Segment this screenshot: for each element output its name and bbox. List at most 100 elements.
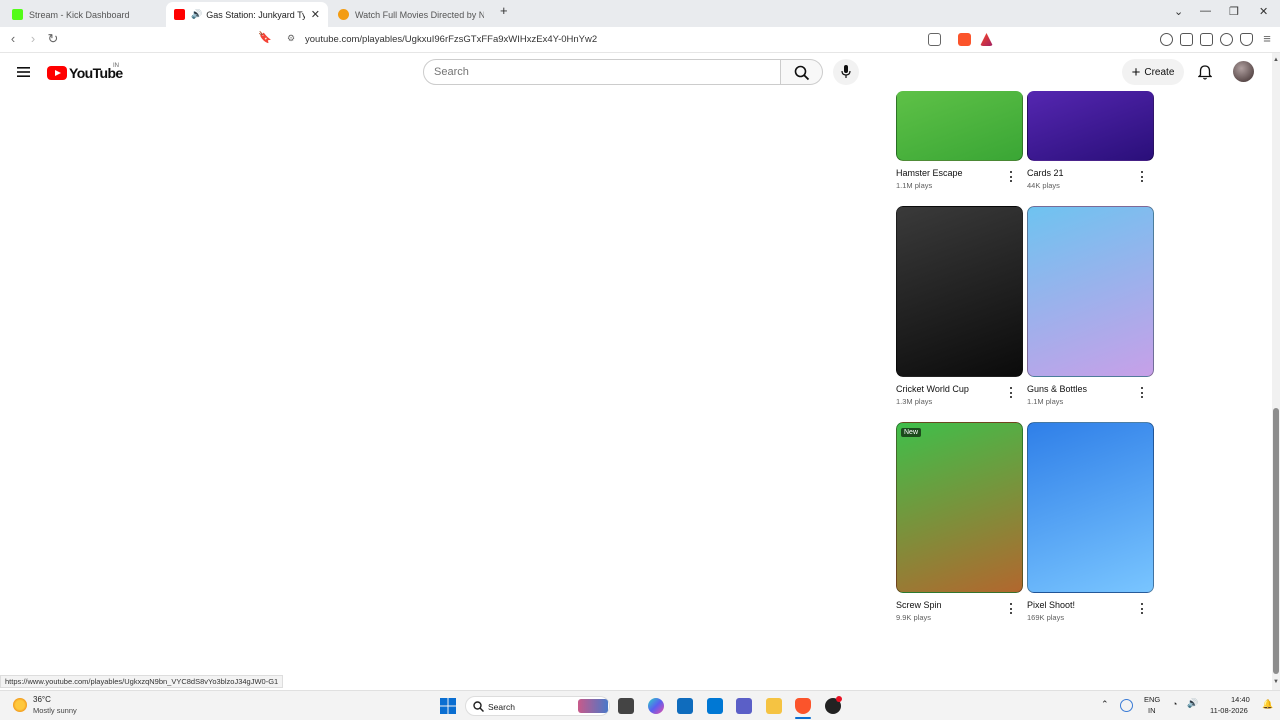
more-options-icon[interactable] [1006, 602, 1016, 616]
copilot-icon[interactable] [648, 698, 664, 714]
hamburger-menu-icon[interactable] [17, 66, 31, 78]
tab-title: Gas Station: Junkyard Tycoon [206, 9, 305, 20]
outlook-icon[interactable] [707, 698, 723, 714]
play-favicon-icon [338, 9, 349, 20]
more-options-icon[interactable] [1137, 602, 1147, 616]
recording-dot-icon [836, 696, 842, 702]
taskbar-search-box[interactable]: Search [465, 696, 610, 716]
game-thumbnail[interactable]: New [896, 422, 1023, 593]
create-button[interactable]: + Create [1122, 59, 1184, 85]
menu-icon[interactable]: ≡ [1258, 31, 1276, 46]
avatar[interactable] [1233, 61, 1254, 82]
new-badge: New [901, 428, 922, 437]
youtube-header: YouTube IN + Create [0, 53, 1280, 91]
plus-icon: + [1131, 63, 1141, 81]
audio-playing-icon[interactable]: 🔊 [191, 9, 202, 20]
link-preview-status: https://www.youtube.com/playables/Ugkxzq… [0, 675, 284, 688]
search-input[interactable] [424, 60, 780, 84]
browser-tab-kick[interactable]: Stream - Kick Dashboard [4, 2, 166, 27]
bookmark-icon[interactable]: 🔖 [256, 31, 274, 44]
show-hidden-icons[interactable]: ⌃ [1101, 699, 1109, 710]
teams-icon[interactable] [736, 698, 752, 714]
game-thumbnail[interactable] [1027, 422, 1154, 593]
youtube-favicon-icon [174, 9, 185, 20]
weather-desc: Mostly sunny [33, 706, 77, 715]
weather-temp: 36°C [33, 695, 51, 704]
bell-icon [1198, 65, 1212, 80]
game-title[interactable]: Cricket World Cup [896, 384, 969, 394]
file-explorer-icon[interactable] [766, 698, 782, 714]
create-label: Create [1144, 66, 1175, 78]
game-title[interactable]: Cards 21 [1027, 168, 1064, 178]
notifications-button[interactable] [1194, 59, 1216, 85]
game-plays: 9.9K plays [896, 613, 932, 622]
active-app-indicator [795, 717, 811, 719]
address-bar[interactable]: youtube.com/playables/UgkxuI96rFzsGTxFFa… [305, 34, 597, 45]
kick-favicon-icon [12, 9, 23, 20]
game-plays: 44K plays [1027, 181, 1060, 190]
game-plays: 169K plays [1027, 613, 1065, 622]
reload-icon[interactable]: ↻ [44, 31, 62, 47]
game-title[interactable]: Hamster Escape [896, 168, 963, 178]
browser-tab-gas-station[interactable]: 🔊 Gas Station: Junkyard Tycoon ✕ [166, 2, 328, 27]
wifi-icon[interactable]: ◔ [1172, 699, 1177, 709]
keyboard-layout[interactable]: IN [1148, 706, 1156, 715]
media-icon[interactable] [1160, 33, 1173, 46]
forward-icon[interactable]: › [24, 31, 42, 46]
browser-toolbar: ‹ › ↻ 🔖 ⚙ youtube.com/playables/UgkxuI96… [0, 27, 1280, 53]
youtube-logo[interactable]: YouTube [47, 65, 123, 81]
tab-title: Stream - Kick Dashboard [29, 9, 130, 20]
clock-date[interactable]: 11-08-2026 [1210, 706, 1248, 715]
game-title[interactable]: Guns & Bottles [1027, 384, 1087, 394]
game-plays: 1.3M plays [896, 397, 933, 406]
site-info-icon[interactable]: ⚙ [282, 33, 300, 44]
more-options-icon[interactable] [1006, 170, 1016, 184]
game-title[interactable]: Pixel Shoot! [1027, 600, 1075, 610]
browser-tab-netflix[interactable]: Watch Full Movies Directed by Netfli [330, 2, 492, 27]
more-options-icon[interactable] [1137, 386, 1147, 400]
brave-shields-icon[interactable] [958, 33, 971, 46]
game-plays: 1.1M plays [896, 181, 933, 190]
more-options-icon[interactable] [1006, 386, 1016, 400]
leo-ai-icon[interactable] [1220, 33, 1233, 46]
search-box [423, 59, 781, 85]
task-view-icon[interactable] [618, 698, 634, 714]
microphone-icon [841, 65, 851, 78]
voice-search-button[interactable] [833, 59, 859, 85]
brave-rewards-icon[interactable] [980, 33, 993, 46]
minimize-icon[interactable]: — [1200, 5, 1211, 17]
language-indicator[interactable]: ENG [1144, 695, 1160, 704]
window-close-icon[interactable]: ✕ [1259, 5, 1268, 18]
brave-browser-icon[interactable] [795, 698, 811, 714]
microsoft-store-icon[interactable] [677, 698, 693, 714]
game-thumbnail[interactable] [896, 206, 1023, 377]
close-tab-icon[interactable]: ✕ [305, 8, 320, 21]
notification-center-icon[interactable]: 🔔 [1262, 699, 1273, 710]
scroll-up-icon[interactable]: ▲ [1273, 57, 1279, 63]
weather-sun-icon[interactable] [13, 698, 27, 712]
game-thumbnail[interactable] [1027, 206, 1154, 377]
windows-taskbar: 36°C Mostly sunny Search ⌃ ENG IN ◔ 🔊 14… [0, 690, 1280, 720]
windows-start-icon[interactable] [440, 698, 456, 714]
tab-list-icon[interactable]: ⌄ [1174, 5, 1183, 18]
cast-icon[interactable] [928, 33, 941, 46]
clock-time[interactable]: 14:40 [1231, 695, 1250, 704]
volume-icon[interactable]: 🔊 [1187, 698, 1198, 709]
game-plays: 1.1M plays [1027, 397, 1064, 406]
back-icon[interactable]: ‹ [4, 31, 22, 46]
more-options-icon[interactable] [1137, 170, 1147, 184]
game-title[interactable]: Screw Spin [896, 600, 942, 610]
scroll-down-icon[interactable]: ▼ [1273, 679, 1279, 685]
search-button[interactable] [781, 59, 823, 85]
sync-icon[interactable] [1120, 699, 1133, 712]
sidebar-icon[interactable] [1180, 33, 1193, 46]
youtube-play-icon [47, 66, 67, 80]
taskbar-search-label: Search [488, 702, 515, 712]
new-tab-button[interactable]: + [500, 3, 508, 18]
maximize-icon[interactable]: ❐ [1229, 5, 1239, 18]
vpn-icon[interactable] [1240, 33, 1253, 46]
wallet-icon[interactable] [1200, 33, 1213, 46]
country-code: IN [113, 63, 119, 69]
search-icon [473, 701, 484, 712]
scrollbar-thumb[interactable] [1273, 408, 1279, 674]
